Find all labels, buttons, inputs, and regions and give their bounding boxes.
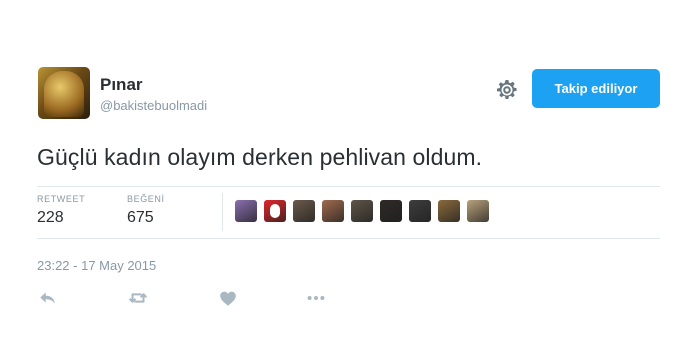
tweet-text: Güçlü kadın olayım derken pehlivan oldum… <box>37 144 483 170</box>
retweet-icon[interactable] <box>127 287 149 309</box>
gear-icon[interactable] <box>495 78 519 102</box>
reply-icon[interactable] <box>37 287 59 309</box>
divider <box>37 186 660 187</box>
liker-avatar[interactable] <box>380 200 402 222</box>
liker-avatars <box>235 200 496 222</box>
likes-label: BEĞENİ <box>127 194 165 204</box>
user-name[interactable]: Pınar <box>100 75 143 95</box>
liker-avatar[interactable] <box>293 200 315 222</box>
likes-stat[interactable]: BEĞENİ 675 <box>127 194 165 227</box>
retweet-stat[interactable]: RETWEET 228 <box>37 194 85 227</box>
retweet-count: 228 <box>37 209 64 226</box>
liker-avatar[interactable] <box>322 200 344 222</box>
retweet-label: RETWEET <box>37 194 86 204</box>
user-handle[interactable]: @bakistebuolmadi <box>100 98 207 113</box>
liker-avatar[interactable] <box>438 200 460 222</box>
liker-avatar[interactable] <box>264 200 286 222</box>
avatar-image <box>44 71 84 117</box>
liker-avatar[interactable] <box>467 200 489 222</box>
more-icon[interactable] <box>305 287 327 309</box>
likes-count: 675 <box>127 209 154 226</box>
following-button[interactable]: Takip ediliyor <box>532 69 660 108</box>
divider <box>37 238 660 239</box>
tweet-timestamp[interactable]: 23:22 - 17 May 2015 <box>37 258 156 273</box>
avatar[interactable] <box>38 67 90 119</box>
like-icon[interactable] <box>217 287 239 309</box>
liker-avatar[interactable] <box>351 200 373 222</box>
stat-separator <box>222 193 223 231</box>
liker-avatar[interactable] <box>409 200 431 222</box>
tweet-card: Pınar @bakistebuolmadi Takip ediliyor Gü… <box>0 0 690 359</box>
liker-avatar[interactable] <box>235 200 257 222</box>
